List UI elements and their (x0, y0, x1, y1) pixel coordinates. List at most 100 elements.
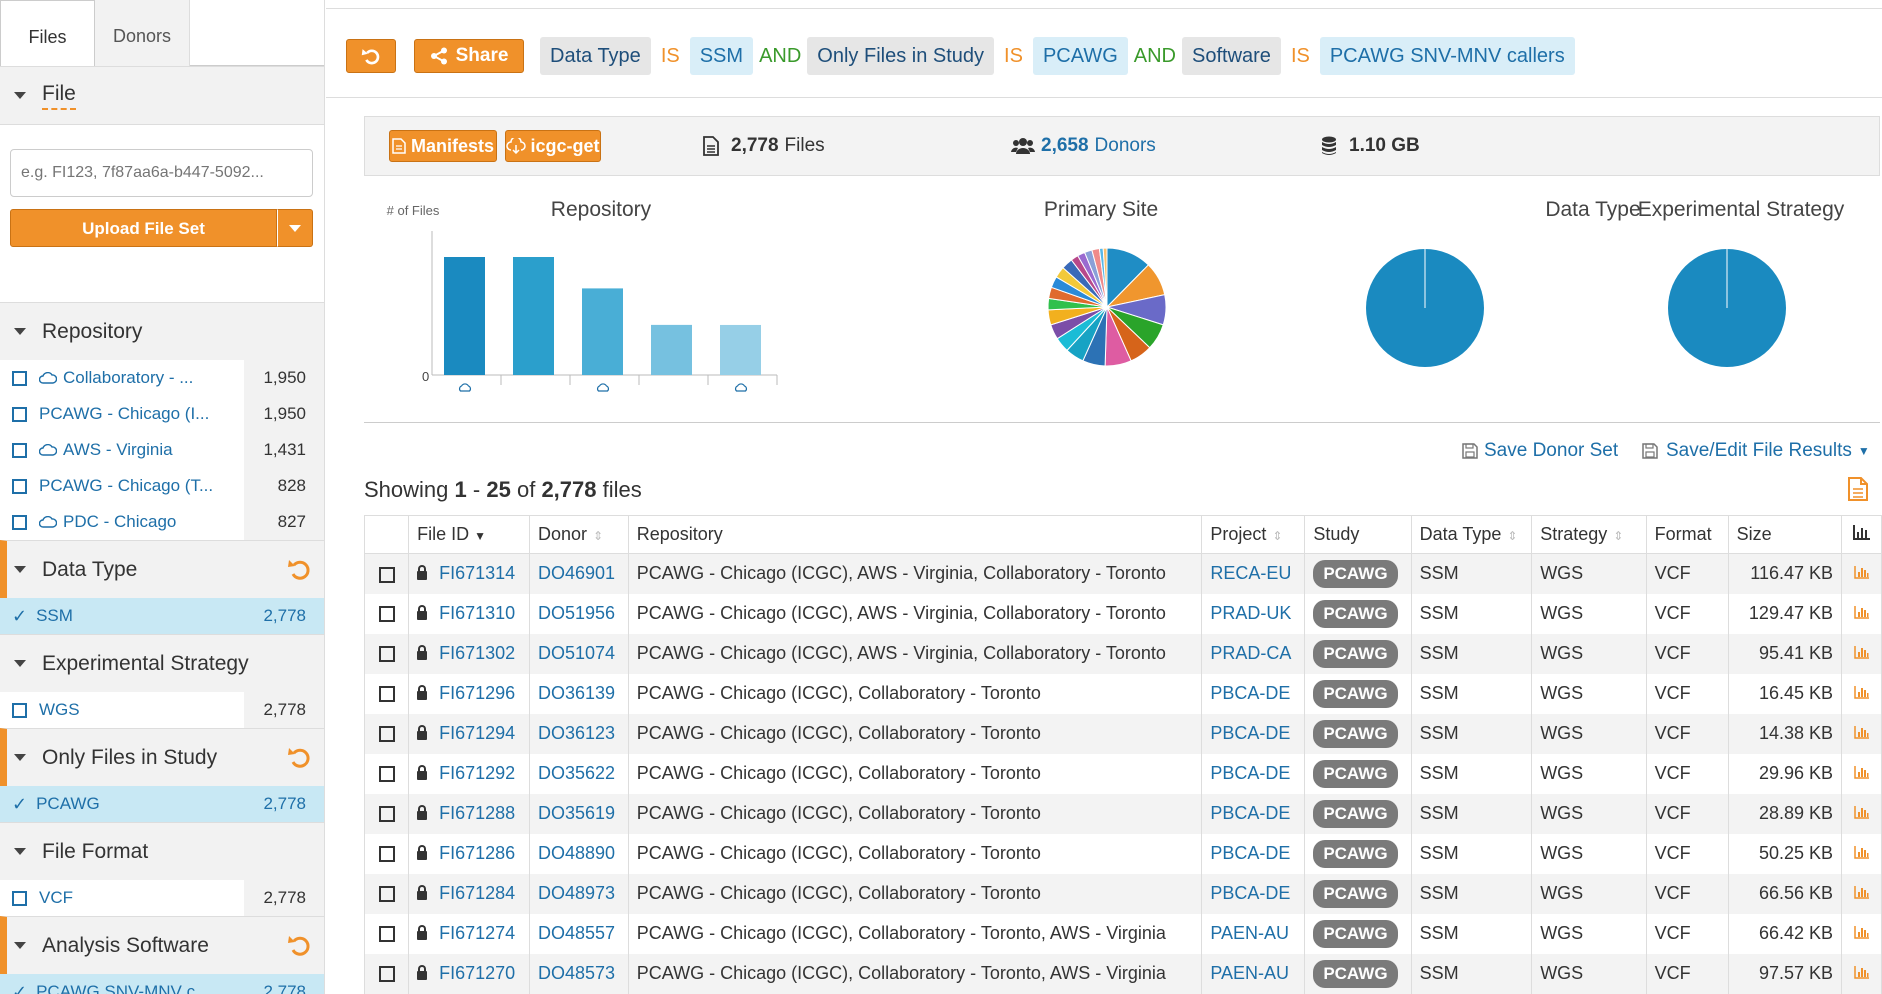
facet-item-wgs[interactable]: WGS 2,778 (0, 692, 324, 728)
checkbox[interactable] (12, 890, 27, 906)
donor-link[interactable]: DO35619 (538, 803, 615, 823)
checkbox[interactable] (12, 442, 27, 458)
icgc-get-button[interactable]: icgc-get (505, 130, 601, 162)
query-field[interactable]: Data Type (540, 37, 651, 75)
file-id-link[interactable]: FI671286 (439, 843, 515, 863)
chart-icon[interactable] (1853, 725, 1870, 739)
checkbox[interactable] (12, 370, 27, 386)
facet-header-experimental-strategy[interactable]: Experimental Strategy (0, 634, 324, 692)
donors-stat[interactable]: 2,658 Donors (1011, 135, 1156, 157)
file-id-link[interactable]: FI671314 (439, 563, 515, 583)
share-button[interactable]: Share (414, 39, 524, 73)
facet-item-repository[interactable]: AWS - Virginia 1,431 (0, 432, 324, 468)
donor-link[interactable]: DO48557 (538, 923, 615, 943)
tab-donors[interactable]: Donors (95, 0, 190, 66)
project-link[interactable]: PBCA-DE (1210, 763, 1290, 783)
row-checkbox[interactable] (379, 726, 395, 743)
manifests-button[interactable]: Manifests (389, 130, 497, 162)
donor-link[interactable]: DO46901 (538, 563, 615, 583)
save-donor-set-link[interactable]: Save Donor Set (1462, 440, 1618, 462)
bar[interactable] (720, 324, 761, 375)
row-checkbox[interactable] (379, 606, 395, 623)
bar[interactable] (444, 257, 485, 375)
facet-item-pcawg-snv-mnv[interactable]: ✓ PCAWG SNV-MNV c... 2,778 (0, 974, 324, 994)
donors-count[interactable]: 2,658 (1041, 135, 1089, 157)
project-link[interactable]: PBCA-DE (1210, 723, 1290, 743)
row-checkbox[interactable] (379, 846, 395, 863)
facet-header-only-files-in-study[interactable]: Only Files in Study (0, 728, 324, 786)
upload-file-set-button[interactable]: Upload File Set (10, 209, 277, 247)
project-link[interactable]: RECA-EU (1210, 563, 1291, 583)
facet-item-repository[interactable]: PDC - Chicago 827 (0, 504, 324, 540)
query-field[interactable]: Only Files in Study (807, 37, 995, 75)
facet-header-repository[interactable]: Repository (0, 302, 324, 360)
file-id-link[interactable]: FI671302 (439, 643, 515, 663)
facet-item-pcawg[interactable]: ✓ PCAWG 2,778 (0, 786, 324, 822)
row-checkbox[interactable] (379, 646, 395, 663)
chart-icon[interactable] (1853, 965, 1870, 979)
bar[interactable] (651, 324, 692, 375)
project-link[interactable]: PBCA-DE (1210, 883, 1290, 903)
checkbox[interactable] (12, 514, 27, 530)
project-link[interactable]: PBCA-DE (1210, 803, 1290, 823)
facet-item-vcf[interactable]: VCF 2,778 (0, 880, 324, 916)
project-link[interactable]: PBCA-DE (1210, 683, 1290, 703)
save-edit-file-results-menu[interactable]: Save/Edit File Results ▼ (1642, 440, 1870, 462)
facet-header-analysis-software[interactable]: Analysis Software (0, 916, 324, 974)
donor-link[interactable]: DO48890 (538, 843, 615, 863)
file-id-link[interactable]: FI671296 (439, 683, 515, 703)
facet-item-ssm[interactable]: ✓ SSM 2,778 (0, 598, 324, 634)
query-value[interactable]: PCAWG SNV-MNV callers (1319, 37, 1575, 75)
donor-link[interactable]: DO51074 (538, 643, 615, 663)
column-donor[interactable]: Donor ⇕ (528, 515, 629, 554)
row-checkbox[interactable] (379, 686, 395, 703)
undo-icon[interactable] (286, 556, 312, 582)
project-link[interactable]: PRAD-UK (1210, 603, 1291, 623)
facet-header-file-format[interactable]: File Format (0, 822, 324, 880)
column-data-type[interactable]: Data Type ⇕ (1410, 515, 1533, 554)
chart-icon[interactable] (1853, 845, 1870, 859)
file-id-link[interactable]: FI671288 (439, 803, 515, 823)
chart-icon[interactable] (1853, 685, 1870, 699)
file-id-link[interactable]: FI671292 (439, 763, 515, 783)
chart-icon[interactable] (1853, 885, 1870, 899)
donor-link[interactable]: DO36123 (538, 723, 615, 743)
checkbox[interactable] (12, 702, 27, 718)
checkbox[interactable] (12, 406, 27, 422)
row-checkbox[interactable] (379, 566, 395, 583)
donors-label[interactable]: Donors (1095, 135, 1156, 157)
file-id-link[interactable]: FI671274 (439, 923, 515, 943)
bar[interactable] (513, 257, 554, 375)
row-checkbox[interactable] (379, 766, 395, 783)
file-id-link[interactable]: FI671270 (439, 963, 515, 983)
donor-link[interactable]: DO48573 (538, 963, 615, 983)
chart-icon[interactable] (1853, 565, 1870, 579)
query-field[interactable]: Software (1182, 37, 1281, 75)
file-id-link[interactable]: FI671310 (439, 603, 515, 623)
export-tsv-icon[interactable] (1847, 476, 1869, 502)
row-checkbox[interactable] (379, 966, 395, 983)
chart-icon[interactable] (1853, 605, 1870, 619)
row-checkbox[interactable] (379, 926, 395, 943)
donor-link[interactable]: DO48973 (538, 883, 615, 903)
facet-item-repository[interactable]: Collaboratory - ... 1,950 (0, 360, 324, 396)
column-file-id[interactable]: File ID ▼ (408, 515, 530, 554)
column-project[interactable]: Project ⇕ (1201, 515, 1306, 554)
donor-link[interactable]: DO36139 (538, 683, 615, 703)
chart-icon[interactable] (1853, 765, 1870, 779)
facet-header-file[interactable]: File (0, 66, 324, 124)
undo-icon[interactable] (286, 744, 312, 770)
upload-dropdown-button[interactable] (277, 209, 313, 247)
file-id-input[interactable] (10, 149, 313, 197)
chart-icon[interactable] (1853, 925, 1870, 939)
undo-icon[interactable] (286, 932, 312, 958)
project-link[interactable]: PRAD-CA (1210, 643, 1291, 663)
row-checkbox[interactable] (379, 886, 395, 903)
project-link[interactable]: PBCA-DE (1210, 843, 1290, 863)
facet-item-repository[interactable]: PCAWG - Chicago (T... 828 (0, 468, 324, 504)
facet-header-data-type[interactable]: Data Type (0, 540, 324, 598)
file-id-link[interactable]: FI671284 (439, 883, 515, 903)
chart-icon[interactable] (1853, 805, 1870, 819)
row-checkbox[interactable] (379, 806, 395, 823)
file-id-link[interactable]: FI671294 (439, 723, 515, 743)
